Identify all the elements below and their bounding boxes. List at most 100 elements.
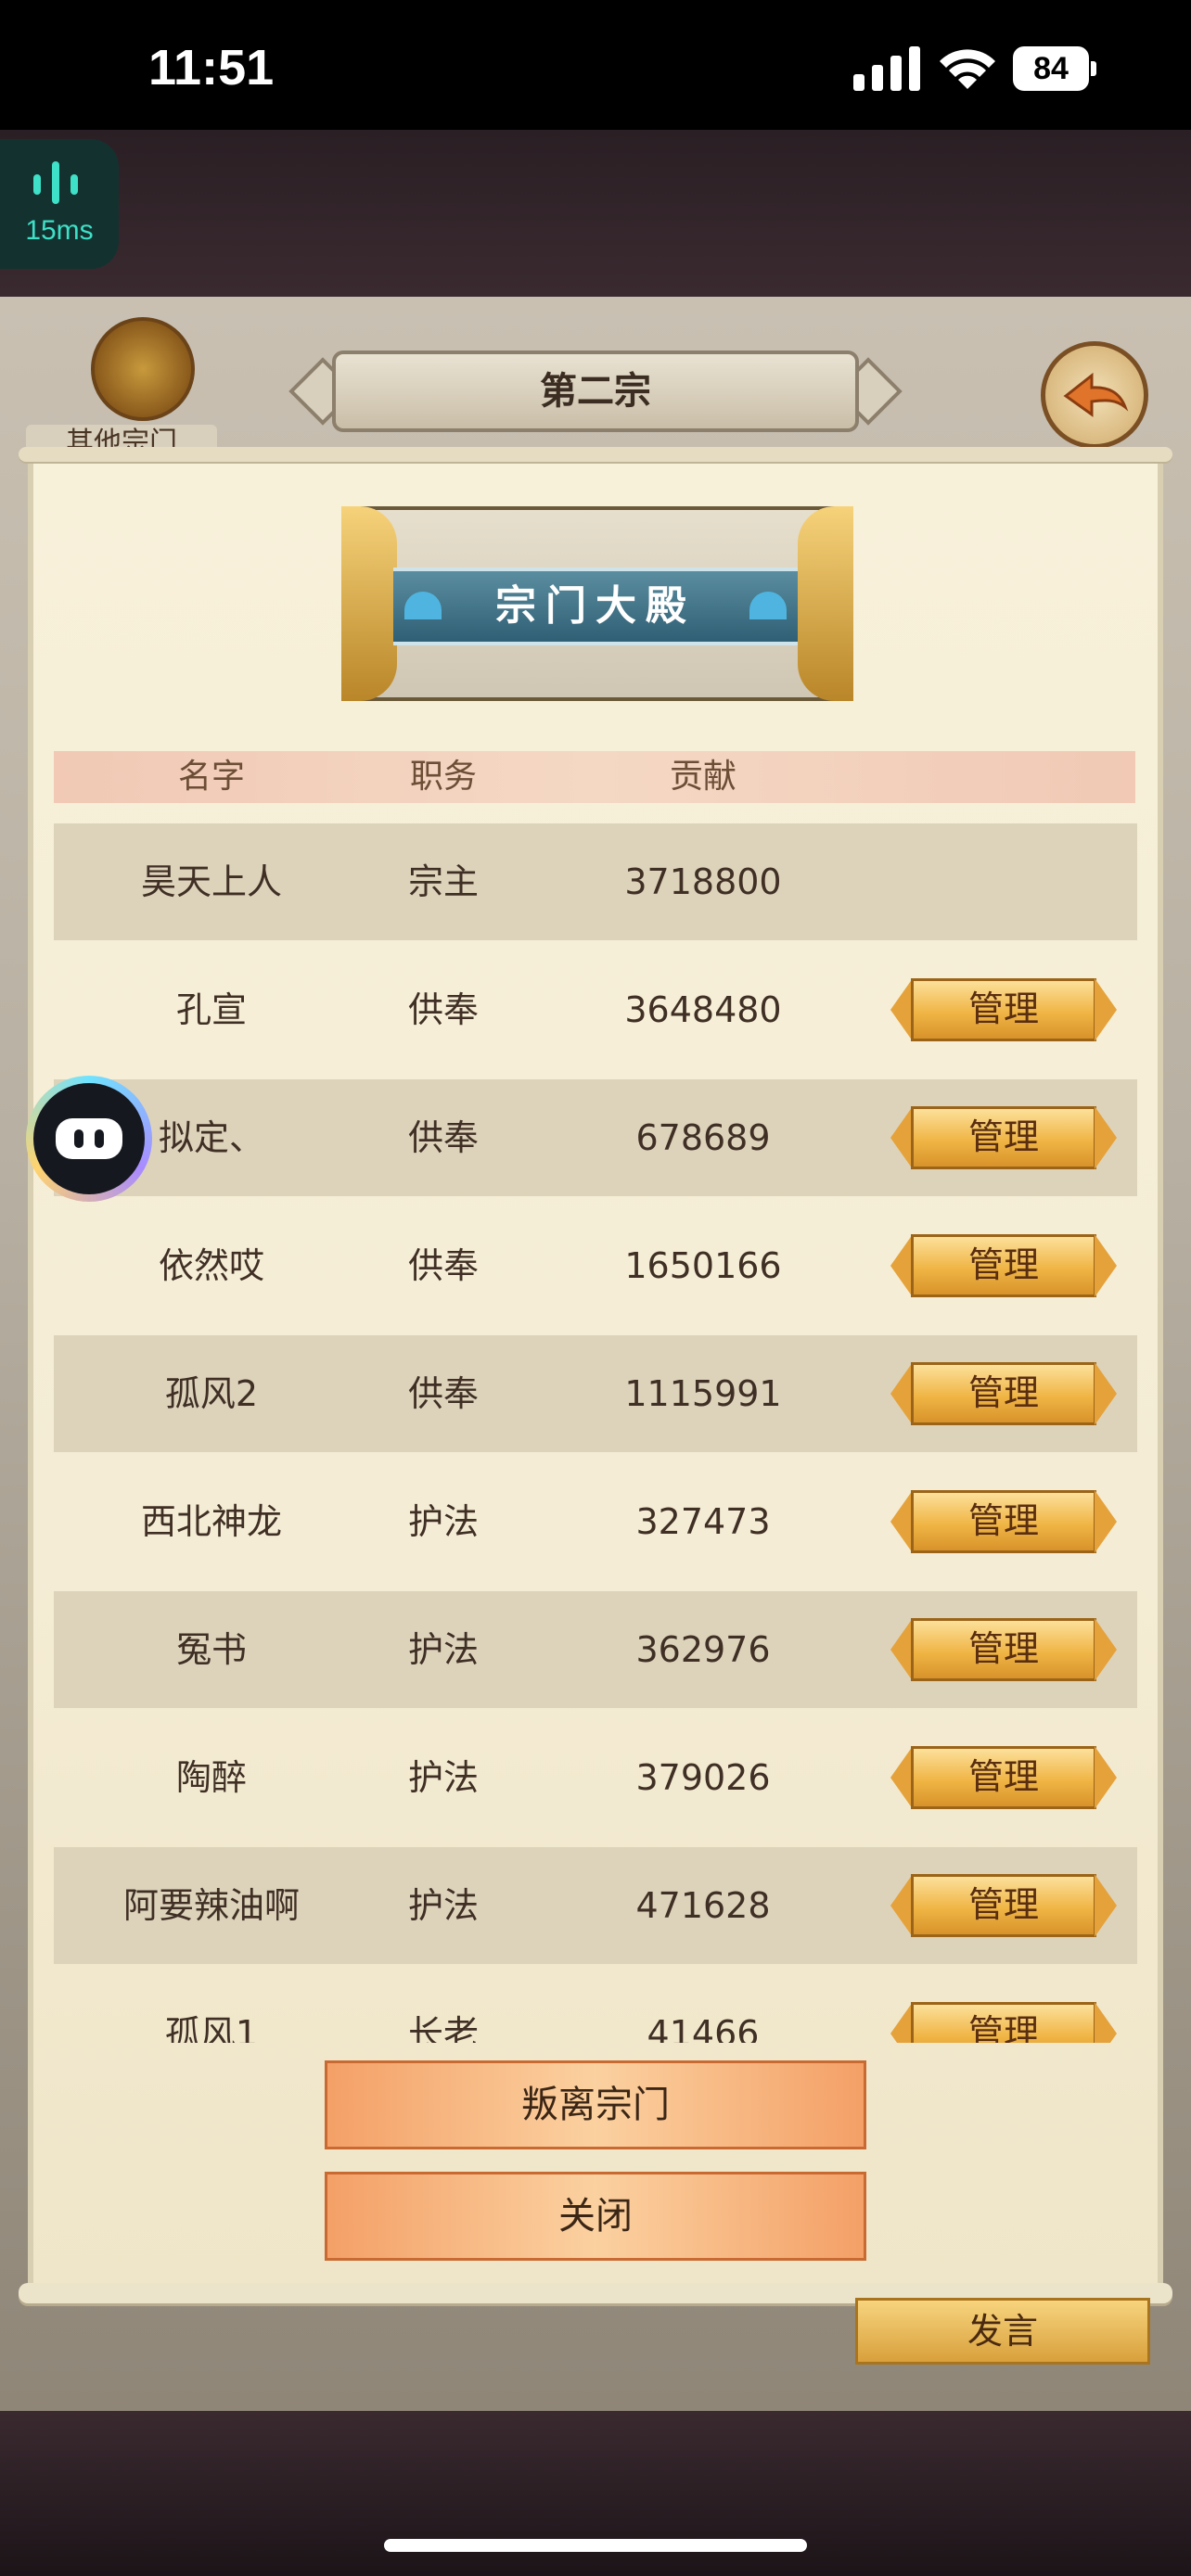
member-name: 孔宣 xyxy=(175,989,247,1030)
table-row: 陶醉 护法 379026 管理 xyxy=(54,1719,1137,1836)
manage-button-left-tip xyxy=(890,1618,913,1681)
manage-button-right-tip xyxy=(1095,1490,1117,1553)
member-name: 孤风2 xyxy=(164,1373,259,1414)
manage-button-label: 管理 xyxy=(967,1884,1039,1925)
manage-button[interactable]: 管理 xyxy=(890,1362,1117,1425)
manage-button-left-tip xyxy=(890,1746,913,1809)
scroll-rod-top xyxy=(19,447,1172,462)
member-name: 昊天上人 xyxy=(140,861,282,902)
member-contribution: 471628 xyxy=(635,1885,771,1926)
manage-button-label: 管理 xyxy=(967,1116,1039,1157)
manage-button-right-tip xyxy=(1095,1746,1117,1809)
manage-button[interactable]: 管理 xyxy=(890,1490,1117,1553)
member-contribution: 379026 xyxy=(635,1757,771,1798)
robot-eye xyxy=(74,1129,83,1148)
other-sect-button[interactable]: 其他宗门 xyxy=(26,317,217,462)
manage-button-label: 管理 xyxy=(967,1628,1039,1669)
manage-button[interactable]: 管理 xyxy=(890,1106,1117,1169)
member-contribution: 362976 xyxy=(635,1629,771,1670)
table-row: 阿要辣油啊 护法 471628 管理 xyxy=(54,1847,1137,1964)
table-header: 名字 职务 贡献 xyxy=(54,751,1135,803)
table-row: 昊天上人 宗主 3718800 xyxy=(54,823,1137,940)
cellular-signal-icon xyxy=(853,46,920,91)
assistant-bubble[interactable] xyxy=(26,1076,152,1202)
member-list[interactable]: 昊天上人 宗主 3718800 孔宣 供奉 3648480 管理 拟定、 供奉 … xyxy=(54,823,1137,2043)
member-role: 长老 xyxy=(407,2013,479,2043)
table-row: 孤风2 供奉 1115991 管理 xyxy=(54,1335,1137,1452)
manage-button[interactable]: 管理 xyxy=(890,1874,1117,1937)
manage-button[interactable]: 管理 xyxy=(890,1234,1117,1297)
member-name: 冤书 xyxy=(175,1629,247,1670)
manage-button-label: 管理 xyxy=(967,1244,1039,1285)
member-contribution: 41466 xyxy=(647,2013,760,2043)
banner-gold-left xyxy=(341,506,397,701)
home-indicator[interactable] xyxy=(384,2539,807,2552)
column-header-role: 职务 xyxy=(409,758,477,796)
column-header-name: 名字 xyxy=(177,758,245,796)
status-time: 11:51 xyxy=(148,40,275,96)
status-bar: 11:51 84 xyxy=(0,0,1191,130)
back-arrow-icon xyxy=(1063,372,1129,417)
member-role: 护法 xyxy=(407,1629,479,1670)
manage-button-right-tip xyxy=(1095,1874,1117,1937)
member-name: 陶醉 xyxy=(175,1757,247,1798)
table-row: 孤风1 长老 41466 管理 xyxy=(54,1975,1137,2043)
member-role: 供奉 xyxy=(407,1373,479,1414)
member-role: 护法 xyxy=(407,1501,479,1542)
leave-sect-button[interactable]: 叛离宗门 xyxy=(325,2060,866,2149)
manage-button-left-tip xyxy=(890,1234,913,1297)
speak-button[interactable]: 发言 xyxy=(855,2298,1150,2365)
hall-banner: 宗门大殿 xyxy=(341,506,853,701)
wifi-icon xyxy=(940,49,995,89)
manage-button-left-tip xyxy=(890,1362,913,1425)
speak-label: 发言 xyxy=(967,2311,1038,2352)
manage-button-right-tip xyxy=(1095,1362,1117,1425)
manage-button-right-tip xyxy=(1095,978,1117,1041)
robot-icon xyxy=(56,1118,122,1159)
manage-button[interactable]: 管理 xyxy=(890,2002,1117,2043)
top-band xyxy=(0,130,1191,297)
member-contribution: 3718800 xyxy=(624,861,782,902)
latency-bars-icon xyxy=(33,161,78,204)
table-row: 依然哎 供奉 1650166 管理 xyxy=(54,1207,1137,1324)
back-button[interactable] xyxy=(1041,341,1148,449)
manage-button-left-tip xyxy=(890,1874,913,1937)
column-header-contribution: 贡献 xyxy=(669,758,736,796)
latency-value: 15ms xyxy=(25,215,94,246)
member-name: 阿要辣油啊 xyxy=(122,1885,300,1926)
member-role: 宗主 xyxy=(407,861,479,902)
manage-button-right-tip xyxy=(1095,2002,1117,2043)
battery-tip xyxy=(1091,61,1096,76)
table-row: 西北神龙 护法 327473 管理 xyxy=(54,1463,1137,1580)
close-button[interactable]: 关闭 xyxy=(325,2172,866,2261)
manage-button-left-tip xyxy=(890,978,913,1041)
sect-name-plaque: 第二宗 xyxy=(288,351,903,432)
manage-button-label: 管理 xyxy=(967,1372,1039,1413)
manage-button-right-tip xyxy=(1095,1618,1117,1681)
table-row: 孔宣 供奉 3648480 管理 xyxy=(54,951,1137,1068)
table-row: 拟定、 供奉 678689 管理 xyxy=(54,1079,1137,1196)
manage-button-label: 管理 xyxy=(967,1500,1039,1541)
sect-emblem-icon xyxy=(91,317,195,421)
manage-button[interactable]: 管理 xyxy=(890,1618,1117,1681)
member-role: 供奉 xyxy=(407,1117,479,1158)
latency-indicator[interactable]: 15ms xyxy=(0,139,119,269)
member-role: 供奉 xyxy=(407,989,479,1030)
hall-title: 宗门大殿 xyxy=(495,582,696,630)
member-contribution: 1115991 xyxy=(624,1373,782,1414)
member-contribution: 3648480 xyxy=(624,989,782,1030)
table-row: 冤书 护法 362976 管理 xyxy=(54,1591,1137,1708)
member-name: 依然哎 xyxy=(158,1245,264,1286)
battery-icon: 84 xyxy=(1013,46,1098,91)
manage-button[interactable]: 管理 xyxy=(890,978,1117,1041)
manage-button-left-tip xyxy=(890,1106,913,1169)
manage-button[interactable]: 管理 xyxy=(890,1746,1117,1809)
member-name: 西北神龙 xyxy=(140,1501,282,1542)
assistant-inner xyxy=(33,1083,145,1194)
manage-button-left-tip xyxy=(890,1490,913,1553)
robot-eye xyxy=(95,1129,104,1148)
close-label: 关闭 xyxy=(558,2195,633,2238)
member-contribution: 678689 xyxy=(635,1117,771,1158)
member-contribution: 327473 xyxy=(635,1501,771,1542)
sect-name: 第二宗 xyxy=(540,370,651,413)
